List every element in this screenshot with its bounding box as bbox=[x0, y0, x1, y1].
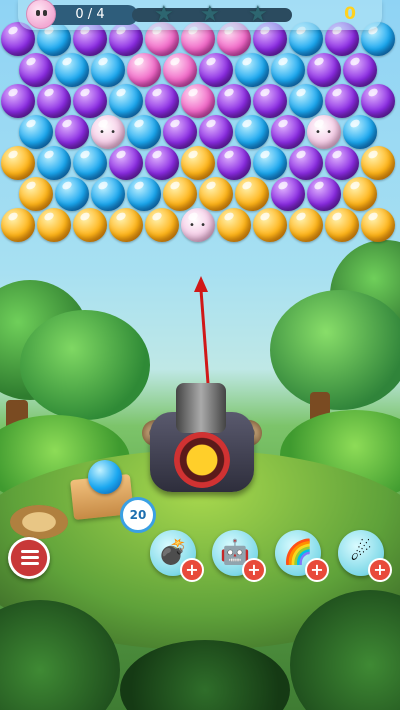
plus-icon[interactable]: + bbox=[305, 558, 329, 582]
tree-stump bbox=[10, 505, 68, 539]
aim-arrow bbox=[194, 276, 212, 411]
cannon-barrel bbox=[176, 383, 226, 433]
booster-rainbow[interactable]: 🌈 + bbox=[275, 530, 329, 582]
booster-robot[interactable]: 🤖 + bbox=[212, 530, 266, 582]
menu-button[interactable] bbox=[8, 537, 50, 579]
booster-bomb[interactable]: 💣 + bbox=[150, 530, 204, 582]
plus-icon[interactable]: + bbox=[180, 558, 204, 582]
menu-icon bbox=[21, 550, 39, 566]
plus-icon[interactable]: + bbox=[242, 558, 266, 582]
shots-remaining: 20 bbox=[120, 497, 156, 533]
loaded-bubble[interactable] bbox=[174, 432, 230, 488]
next-bubble[interactable] bbox=[88, 460, 122, 494]
game-scene[interactable]: 0 / 4 ★ ★ ★ 0 20 💣 + 🤖 + 🌈 + ☄ bbox=[0, 0, 400, 710]
plus-icon[interactable]: + bbox=[368, 558, 392, 582]
booster-fireball[interactable]: ☄ + bbox=[338, 530, 392, 582]
